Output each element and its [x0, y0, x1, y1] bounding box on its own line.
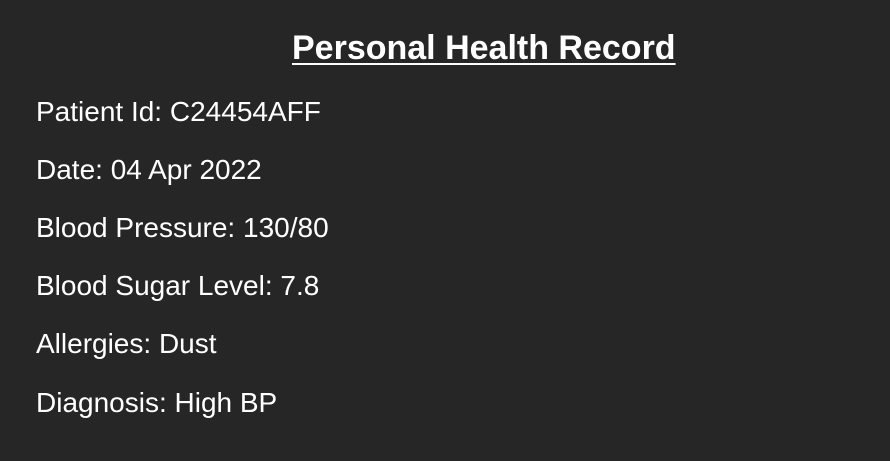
- field-allergies: Allergies: Dust: [36, 327, 217, 361]
- field-label: Allergies:: [36, 328, 152, 359]
- field-blood-sugar-level: Blood Sugar Level: 7.8: [36, 269, 319, 303]
- health-record-page: Personal Health Record Patient Id: C2445…: [0, 0, 890, 461]
- field-date: Date: 04 Apr 2022: [36, 153, 262, 187]
- record-title: Personal Health Record: [292, 29, 676, 67]
- field-blood-pressure: Blood Pressure: 130/80: [36, 211, 329, 245]
- field-patient-id: Patient Id: C24454AFF: [36, 95, 321, 129]
- field-label: Blood Sugar Level:: [36, 270, 273, 301]
- field-value: Dust: [158, 328, 217, 359]
- field-value: 04 Apr 2022: [110, 154, 262, 185]
- field-value: High BP: [174, 387, 278, 418]
- field-diagnosis: Diagnosis: High BP: [36, 386, 277, 420]
- field-value: C24454AFF: [169, 96, 321, 127]
- field-label: Date:: [36, 154, 103, 185]
- field-label: Diagnosis:: [36, 387, 167, 418]
- field-label: Patient Id:: [36, 96, 163, 127]
- field-value: 7.8: [280, 270, 320, 301]
- field-value: 130/80: [243, 212, 329, 243]
- field-label: Blood Pressure:: [36, 212, 236, 243]
